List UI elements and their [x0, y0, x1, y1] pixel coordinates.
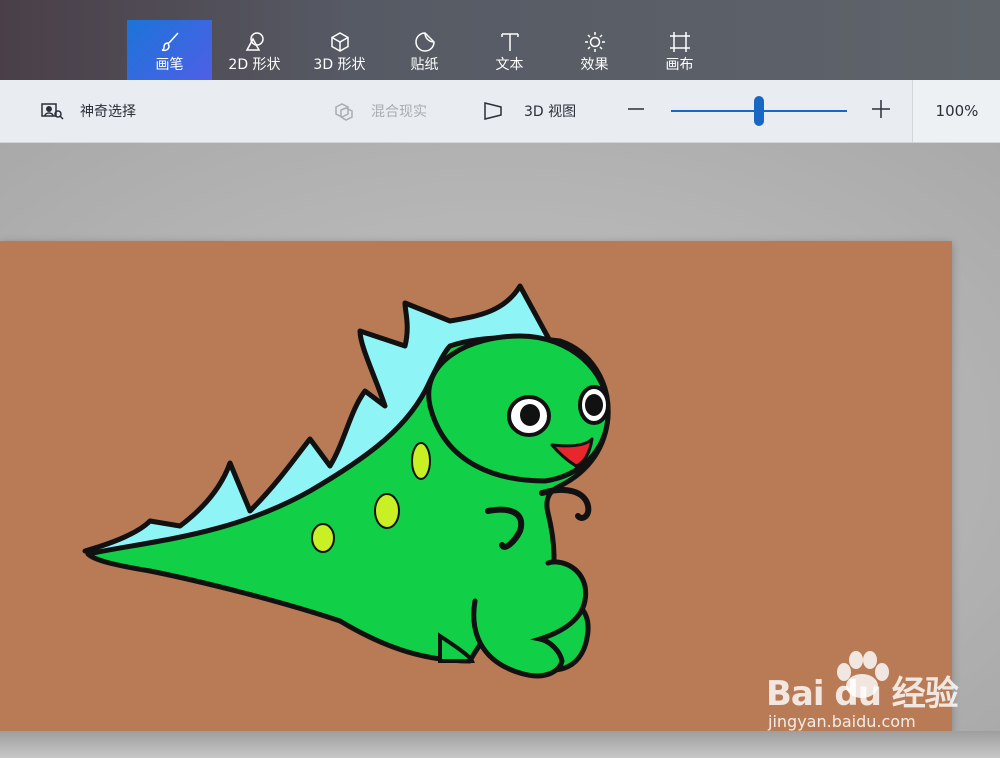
dinosaur-spot — [411, 442, 431, 480]
canvas-crop-icon — [637, 30, 722, 54]
tool-canvas[interactable]: 画布 — [637, 20, 722, 80]
magic-select-label: 神奇选择 — [80, 104, 136, 120]
view-3d-button[interactable]: 3D 视图 — [482, 80, 576, 142]
mixed-reality-label: 混合现实 — [371, 104, 427, 120]
dinosaur-spot — [374, 493, 400, 529]
plus-icon — [870, 98, 892, 124]
watermark-url: jingyan.baidu.com — [768, 712, 916, 731]
watermark-brand: Bai du 经验 — [766, 674, 959, 714]
main-toolbar: 画笔 2D 形状 3D 形状 贴纸 文本 效果 画布 — [0, 0, 1000, 80]
tool-effects[interactable]: 效果 — [552, 20, 637, 80]
drawing-canvas[interactable]: Bai du 经验 jingyan.baidu.com — [0, 241, 959, 731]
mixed-reality-button[interactable]: 混合现实 — [333, 80, 427, 142]
dinosaur-spot — [311, 523, 335, 553]
sticker-icon — [382, 30, 467, 54]
sun-effects-icon — [552, 30, 637, 54]
cube-3d-icon — [297, 30, 382, 54]
text-icon — [467, 30, 552, 54]
tool-label: 效果 — [580, 57, 609, 73]
tool-brushes[interactable]: 画笔 — [127, 20, 212, 80]
tool-label: 文本 — [495, 57, 524, 73]
mixed-reality-icon — [333, 101, 355, 121]
tool-label: 3D 形状 — [313, 57, 366, 73]
tool-label: 画布 — [665, 57, 694, 73]
shapes-2d-icon — [212, 30, 297, 54]
minus-icon — [626, 99, 646, 123]
tool-2d-shapes[interactable]: 2D 形状 — [212, 20, 297, 80]
tool-label: 2D 形状 — [228, 57, 281, 73]
tool-stickers[interactable]: 贴纸 — [382, 20, 467, 80]
zoom-percentage[interactable]: 100% — [912, 80, 1000, 142]
zoom-value: 100% — [935, 102, 979, 120]
zoom-out-button[interactable] — [621, 96, 651, 126]
magic-select-icon — [40, 101, 64, 121]
zoom-slider-thumb[interactable] — [754, 96, 764, 126]
secondary-toolbar: 神奇选择 混合现实 3D 视图 — [0, 80, 1000, 143]
tool-3d-shapes[interactable]: 3D 形状 — [297, 20, 382, 80]
view-3d-label: 3D 视图 — [524, 104, 577, 120]
dinosaur-pupil — [585, 394, 603, 416]
zoom-in-button[interactable] — [866, 96, 896, 126]
watermark: Bai du 经验 jingyan.baidu.com — [766, 648, 959, 738]
magic-select-button[interactable]: 神奇选择 — [40, 80, 136, 142]
dinosaur-pupil — [520, 404, 540, 426]
tool-label: 贴纸 — [410, 57, 439, 73]
workspace-bottom-edge — [0, 731, 1000, 758]
brush-icon — [127, 30, 212, 54]
tool-text[interactable]: 文本 — [467, 20, 552, 80]
tool-label: 画笔 — [155, 57, 184, 73]
view-3d-icon — [482, 101, 504, 121]
